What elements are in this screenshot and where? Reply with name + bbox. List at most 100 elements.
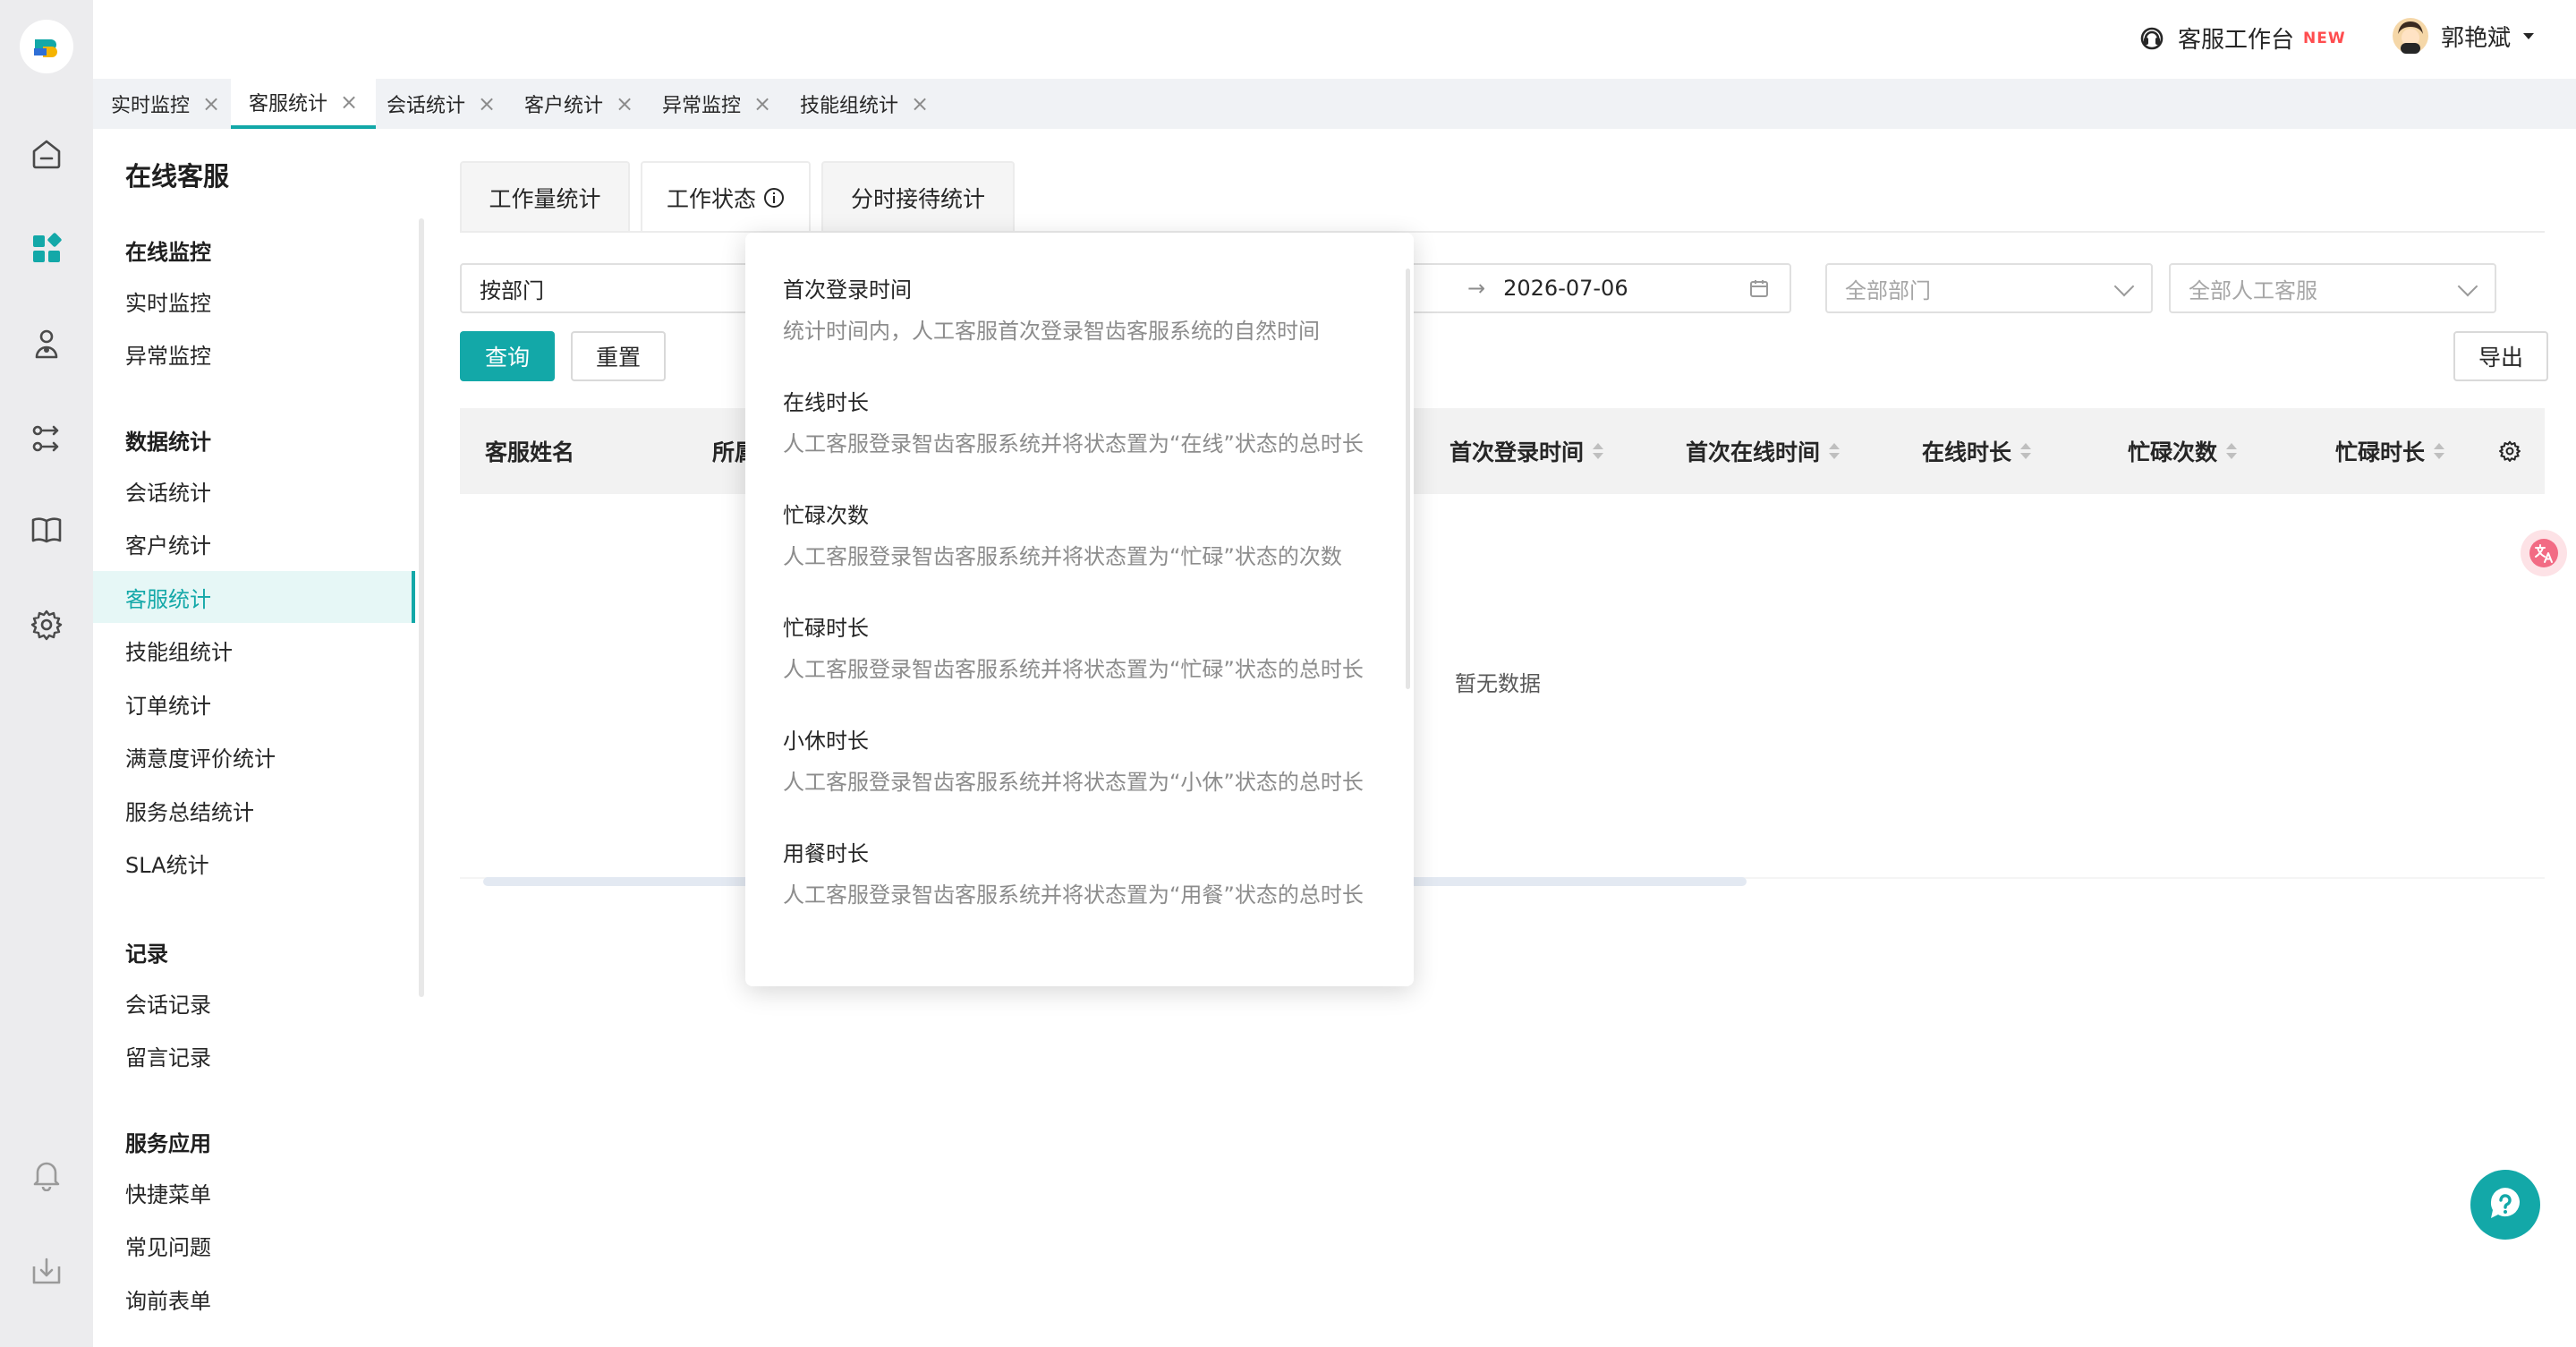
sort-icon [2020, 443, 2032, 459]
avatar [2393, 18, 2428, 54]
icon-rail [0, 0, 93, 1347]
page-tab-realtime[interactable]: 实时监控 × [93, 79, 238, 129]
calendar-icon [1748, 277, 1770, 304]
page-tab-skillgroup[interactable]: 技能组统计 × [782, 79, 947, 129]
tab-label: 客服统计 [249, 93, 328, 115]
column-settings-icon[interactable] [2498, 408, 2521, 494]
tooltip-scrollbar[interactable] [1406, 269, 1410, 689]
tooltip-item-desc: 统计时间内，人工客服首次登录智齿客服系统的自然时间 [783, 319, 1320, 344]
menu-item-pre-chat-form[interactable]: 询前表单 [93, 1273, 415, 1325]
close-icon[interactable]: × [478, 91, 496, 116]
user-menu[interactable]: 郭艳斌 [2393, 18, 2535, 54]
department-select[interactable]: 全部部门 [1825, 263, 2153, 313]
subtab-workload[interactable]: 工作量统计 [460, 161, 630, 233]
workbench-link[interactable]: 客服工作台 NEW [2138, 21, 2346, 55]
empty-state-text: 暂无数据 [1455, 671, 1541, 696]
transfer-icon[interactable] [27, 419, 66, 458]
page-tab-agent-stats[interactable]: 客服统计 × [231, 79, 377, 129]
menu-item-summary-stats[interactable]: 服务总结统计 [93, 784, 415, 836]
new-badge: NEW [2303, 29, 2346, 47]
column-first-online[interactable]: 首次在线时间 [1686, 408, 1841, 494]
menu-title: 在线客服 [125, 161, 230, 192]
column-busy-count[interactable]: 忙碌次数 [2128, 408, 2238, 494]
menu-item-customer-stats[interactable]: 客户统计 [93, 517, 415, 569]
tab-label: 会话统计 [387, 95, 466, 117]
column-first-login[interactable]: 首次登录时间 [1450, 408, 1604, 494]
close-icon[interactable]: × [202, 91, 220, 116]
column-online-duration[interactable]: 在线时长 [1922, 408, 2032, 494]
menu-item-anomaly[interactable]: 异常监控 [93, 328, 415, 379]
date-range-picker[interactable]: → 2026-07-06 [1408, 263, 1791, 313]
page-tab-strip: 实时监控 × 客服统计 × 会话统计 × 客户统计 × 异常监控 × 技能组统计 × [93, 79, 2576, 129]
tooltip-item-title: 用餐时长 [783, 841, 869, 866]
sort-icon [1829, 443, 1841, 459]
tooltip-item-title: 首次登录时间 [783, 277, 912, 303]
query-button[interactable]: 查询 [460, 331, 555, 381]
tooltip-item-desc: 人工客服登录智齿客服系统并将状态置为“在线”状态的总时长 [783, 431, 1364, 456]
group-by-value: 按部门 [480, 277, 544, 303]
page-tab-customer-stats[interactable]: 客户统计 × [506, 79, 651, 129]
date-end-value: 2026-07-06 [1503, 276, 1628, 301]
menu-group-records: 记录 [125, 942, 168, 967]
column-agent-name: 客服姓名 [485, 439, 575, 465]
page-tab-anomaly[interactable]: 异常监控 × [644, 79, 789, 129]
work-status-tooltip: 首次登录时间 统计时间内，人工客服首次登录智齿客服系统的自然时间 在线时长 人工… [745, 233, 1414, 986]
sort-icon [2434, 443, 2445, 459]
menu-item-skillgroup-stats[interactable]: 技能组统计 [93, 624, 415, 676]
headset-icon [2138, 25, 2165, 52]
tab-label: 实时监控 [111, 95, 191, 117]
menu-item-agent-stats[interactable]: 客服统计 [93, 571, 415, 623]
menu-item-order-stats[interactable]: 订单统计 [93, 678, 415, 729]
tab-label: 技能组统计 [800, 95, 899, 117]
tooltip-item-desc: 人工客服登录智齿客服系统并将状态置为“忙碌”状态的次数 [783, 544, 1342, 569]
menu-item-satisfaction-stats[interactable]: 满意度评价统计 [93, 730, 415, 782]
sort-icon [1593, 443, 1604, 459]
group-by-select[interactable]: 按部门 [460, 263, 764, 313]
tooltip-item-desc: 人工客服登录智齿客服系统并将状态置为“忙碌”状态的总时长 [783, 657, 1364, 682]
help-icon[interactable] [2470, 1170, 2540, 1240]
subtab-work-status[interactable]: 工作状态 [641, 161, 811, 233]
menu-item-sla-stats[interactable]: SLA统计 [93, 837, 415, 889]
tooltip-item-title: 忙碌时长 [783, 616, 869, 641]
logo-icon[interactable] [20, 20, 73, 73]
export-button[interactable]: 导出 [2453, 331, 2548, 381]
bell-icon[interactable] [27, 1155, 66, 1194]
menu-group-apps: 服务应用 [125, 1131, 211, 1156]
menu-item-realtime[interactable]: 实时监控 [93, 275, 415, 327]
side-menu: 在线客服 在线监控 实时监控 异常监控 数据统计 会话统计 客户统计 客服统计 … [93, 129, 424, 1347]
menu-item-session-stats[interactable]: 会话统计 [93, 465, 415, 516]
subtab-label: 工作量统计 [489, 186, 601, 212]
column-busy-duration[interactable]: 忙碌时长 [2335, 408, 2445, 494]
tooltip-item-desc: 人工客服登录智齿客服系统并将状态置为“小休”状态的总时长 [783, 770, 1364, 795]
info-icon[interactable] [763, 187, 785, 209]
knowledge-book-icon[interactable] [27, 510, 66, 550]
chevron-down-icon [2113, 276, 2135, 297]
menu-item-message-records[interactable]: 留言记录 [93, 1029, 415, 1081]
tab-label: 客户统计 [524, 95, 604, 117]
agent-placeholder: 全部人工客服 [2189, 277, 2317, 303]
settings-gear-icon[interactable] [27, 605, 66, 644]
close-icon[interactable]: × [911, 91, 929, 116]
agent-select[interactable]: 全部人工客服 [2169, 263, 2496, 313]
home-icon[interactable] [27, 134, 66, 174]
translate-icon[interactable] [2521, 530, 2567, 576]
close-icon[interactable]: × [753, 91, 771, 116]
tooltip-item-title: 忙碌次数 [783, 503, 869, 528]
close-icon[interactable]: × [340, 90, 358, 115]
tab-label: 异常监控 [662, 95, 742, 117]
reset-button[interactable]: 重置 [571, 331, 666, 381]
menu-item-faq[interactable]: 常见问题 [93, 1219, 415, 1271]
menu-item-session-records[interactable]: 会话记录 [93, 976, 415, 1028]
close-icon[interactable]: × [616, 91, 633, 116]
caret-down-icon [2523, 32, 2535, 39]
tooltip-item-desc: 人工客服登录智齿客服系统并将状态置为“用餐”状态的总时长 [783, 882, 1364, 908]
download-icon[interactable] [27, 1251, 66, 1291]
dashboard-icon[interactable] [27, 229, 66, 269]
menu-item-quick-menu[interactable]: 快捷菜单 [93, 1166, 415, 1218]
subtab-label: 工作状态 [666, 186, 756, 212]
customer-icon[interactable] [27, 324, 66, 363]
subtab-hourly[interactable]: 分时接待统计 [821, 161, 1015, 233]
top-bar: 客服工作台 NEW 郭艳斌 [93, 0, 2576, 79]
page-tab-session-stats[interactable]: 会话统计 × [369, 79, 514, 129]
tooltip-item-title: 小休时长 [783, 729, 869, 754]
